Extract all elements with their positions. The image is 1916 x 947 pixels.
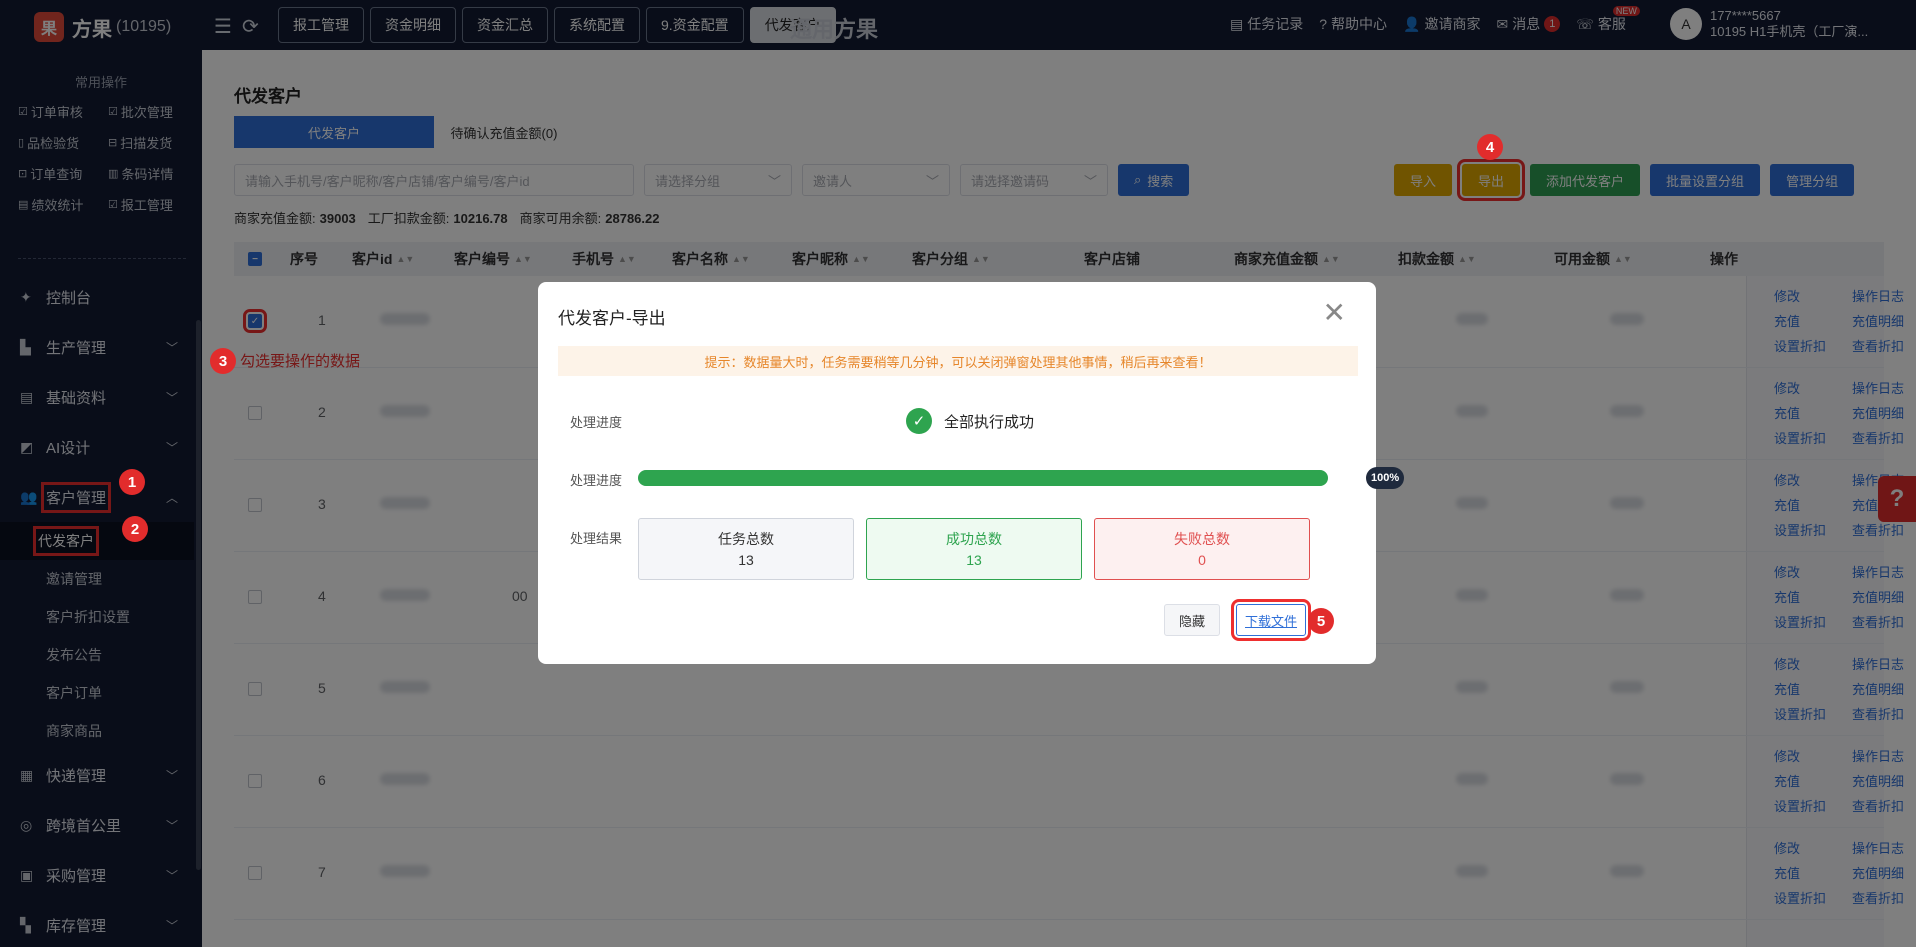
progress-percent: 100%: [1366, 467, 1405, 489]
step-marker-1: 1: [119, 469, 145, 495]
success-status: ✓ 全部执行成功: [906, 408, 1034, 434]
status-text: 全部执行成功: [944, 413, 1035, 431]
close-icon[interactable]: ✕: [1323, 296, 1346, 329]
result-fail-value: 0: [1198, 552, 1206, 568]
step-marker-2: 2: [122, 516, 148, 542]
result-success-value: 13: [966, 552, 982, 568]
result-success: 成功总数 13: [866, 518, 1082, 580]
dialog-title: 代发客户-导出: [558, 309, 666, 328]
step-marker-4: 4: [1477, 134, 1503, 160]
hide-button[interactable]: 隐藏: [1164, 604, 1221, 636]
result-total-value: 13: [738, 552, 754, 568]
step-marker-5: 5: [1308, 608, 1334, 634]
progress-bar-label: 处理进度: [570, 473, 623, 488]
progress-bar-fill: [638, 470, 1328, 486]
progress-bar: 100%: [638, 467, 1405, 489]
result-fail: 失败总数 0: [1094, 518, 1310, 580]
download-file-button[interactable]: 下载文件: [1230, 599, 1312, 641]
progress-status-label: 处理进度: [570, 415, 623, 430]
result-label: 处理结果: [570, 531, 623, 546]
check-circle-icon: ✓: [906, 408, 932, 434]
result-total: 任务总数 13: [638, 518, 854, 580]
step-marker-3: 3: [210, 348, 236, 374]
dialog-tip: 提示：数据量大时，任务需要稍等几分钟，可以关闭弹窗处理其他事情，稍后再来查看！: [558, 346, 1358, 376]
export-dialog: 代发客户-导出 ✕ 提示：数据量大时，任务需要稍等几分钟，可以关闭弹窗处理其他事…: [538, 282, 1405, 664]
